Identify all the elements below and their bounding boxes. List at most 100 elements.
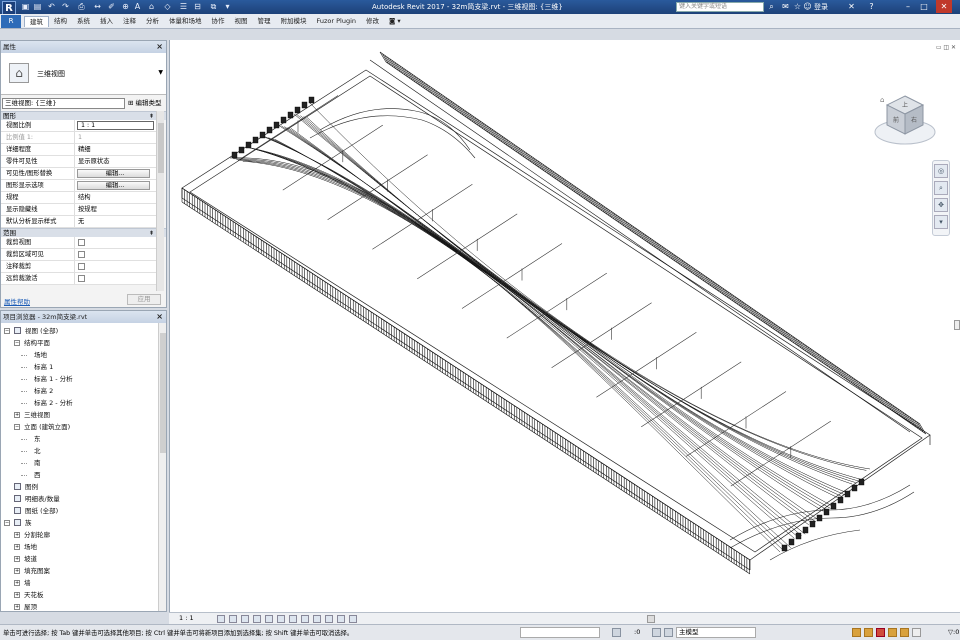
checkbox[interactable] [78, 263, 85, 270]
minimize-button[interactable]: – [900, 0, 916, 13]
zoom-icon[interactable]: ⌕ [934, 181, 948, 195]
apply-button[interactable]: 应用 [127, 294, 161, 305]
tree-node[interactable]: + 分割轮廓 [1, 529, 166, 541]
save-icon[interactable]: ▤ [32, 1, 43, 12]
ribbon-tab[interactable]: 系统 [72, 16, 95, 27]
shadows-icon[interactable] [253, 615, 261, 623]
property-row[interactable]: 比例值 1: 1 [1, 132, 156, 144]
extents-group-header[interactable]: 范围 ⇞ [1, 228, 166, 237]
section-icon[interactable]: ◇ [162, 1, 173, 12]
print-icon[interactable]: ⎙ [76, 1, 87, 12]
vertical-scroll-handle[interactable] [954, 320, 960, 330]
select-pinned-icon[interactable] [876, 628, 885, 637]
ribbon-tab[interactable]: 插入 [95, 16, 118, 27]
property-row[interactable]: 默认分析显示样式无 [1, 216, 156, 228]
highlight-displacement-icon[interactable] [349, 615, 357, 623]
help-icon[interactable]: ? [866, 1, 877, 12]
tree-node[interactable]: 标高 1 - 分析 [1, 373, 166, 385]
detail-level-icon[interactable] [217, 615, 225, 623]
property-row[interactable]: 显示隐藏线 按规程 [1, 204, 156, 216]
tree-node[interactable]: + 三维视图 [1, 409, 166, 421]
ribbon-tab[interactable]: 协作 [207, 16, 230, 27]
graphics-group-header[interactable]: 图形 ⇞ [1, 111, 166, 120]
close-button[interactable]: ✕ [936, 0, 952, 13]
revit-logo-icon[interactable]: R [2, 1, 16, 15]
property-row[interactable]: 规程 结构 [1, 192, 156, 204]
tree-node[interactable]: + 场地 [1, 541, 166, 553]
properties-help-link[interactable]: 属性帮助 [4, 296, 30, 306]
maximize-button[interactable]: □ [916, 0, 932, 13]
crop-view-icon[interactable] [277, 615, 285, 623]
expand-icon[interactable]: + [14, 604, 20, 610]
user-icon[interactable]: ☺ [802, 1, 813, 12]
active-model-select[interactable]: 主模型 [676, 627, 756, 638]
nav-menu-icon[interactable]: ▾ [934, 215, 948, 229]
drag-on-selection-icon[interactable] [900, 628, 909, 637]
expand-icon[interactable]: + [14, 568, 20, 574]
viewcube-top-label[interactable]: 上 [902, 101, 908, 109]
close-hidden-icon[interactable]: ⊟ [192, 1, 203, 12]
tag-icon[interactable]: ⊕ [120, 1, 131, 12]
tree-node[interactable]: 标高 2 - 分析 [1, 397, 166, 409]
drawing-area[interactable]: ▭ ◫ ✕ 上 前 右 ⌂ ◎ ⌕ ✥ ▾ [169, 40, 960, 612]
collapse-icon[interactable]: ⇞ [149, 112, 154, 121]
ribbon-tab[interactable]: 视图 [230, 16, 253, 27]
subscription-icon[interactable]: ✉ [780, 1, 791, 12]
exchange-apps-icon[interactable]: ✕ [846, 1, 857, 12]
ribbon-tab[interactable]: 结构 [49, 16, 72, 27]
close-icon[interactable]: × [156, 41, 163, 53]
viewcube-front-label[interactable]: 前 [893, 116, 899, 124]
tree-node[interactable]: − 视图 (全部) [1, 325, 166, 337]
render-icon[interactable] [265, 615, 273, 623]
editable-only-icon[interactable] [652, 628, 661, 637]
tree-node[interactable]: + 天花板 [1, 589, 166, 601]
undo-icon[interactable]: ↶ [46, 1, 57, 12]
analytical-model-icon[interactable] [337, 615, 345, 623]
edit-button[interactable]: 编辑... [77, 169, 150, 178]
expand-icon[interactable]: + [14, 532, 20, 538]
browser-scrollbar[interactable] [158, 323, 166, 611]
tree-node[interactable]: + 填充图案 [1, 565, 166, 577]
sun-path-icon[interactable] [241, 615, 249, 623]
tree-node[interactable]: 东 [1, 433, 166, 445]
checkbox[interactable] [78, 239, 85, 246]
tree-node[interactable]: + 墙 [1, 577, 166, 589]
ribbon-tab[interactable]: 体量和场地 [164, 16, 207, 27]
ribbon-tab[interactable]: Fuzor Plugin [312, 16, 362, 27]
tree-node[interactable]: 西 [1, 469, 166, 481]
collapse-icon[interactable]: − [4, 520, 10, 526]
help-search-input[interactable]: 键入关键字或短语 [676, 2, 764, 12]
search-icon[interactable]: ⌕ [766, 1, 777, 12]
tree-node[interactable]: 场地 [1, 349, 166, 361]
expand-icon[interactable]: + [14, 544, 20, 550]
worksets-field[interactable] [520, 627, 600, 638]
home-icon[interactable]: ⌂ [880, 96, 884, 104]
tree-node[interactable]: + 坡道 [1, 553, 166, 565]
ribbon-tab[interactable]: 分析 [141, 16, 164, 27]
edit-button[interactable]: 编辑... [77, 181, 150, 190]
text-icon[interactable]: A [132, 1, 143, 12]
application-menu-button[interactable]: R [1, 15, 21, 28]
3d-view-icon[interactable]: ⌂ [146, 1, 157, 12]
collapse-icon[interactable]: − [14, 424, 20, 430]
bridge-girder-3d-model[interactable] [170, 40, 960, 612]
checkbox[interactable] [78, 275, 85, 282]
thin-lines-icon[interactable]: ☰ [178, 1, 189, 12]
dimension-icon[interactable]: ✐ [106, 1, 117, 12]
tree-node[interactable]: 北 [1, 445, 166, 457]
ribbon-tab[interactable]: 管理 [253, 16, 276, 27]
tree-node[interactable]: − 立面 (建筑立面) [1, 421, 166, 433]
instance-filter-select[interactable]: 三维视图: {三维} [2, 98, 125, 109]
ribbon-tab[interactable]: 修改 [361, 16, 384, 27]
background-process-icon[interactable] [912, 628, 921, 637]
chevron-down-icon[interactable]: ▼ [158, 69, 163, 76]
property-row[interactable]: 视图比例 1 : 1 [1, 120, 156, 132]
viewport-window-controls[interactable]: ▭ ◫ ✕ [936, 44, 956, 51]
close-icon[interactable]: × [156, 311, 163, 323]
expand-icon[interactable]: + [14, 412, 20, 418]
tree-node[interactable]: − 族 [1, 517, 166, 529]
expand-icon[interactable]: + [14, 592, 20, 598]
crop-region-icon[interactable] [289, 615, 297, 623]
open-icon[interactable]: ▣ [20, 1, 31, 12]
lock-view-icon[interactable] [301, 615, 309, 623]
